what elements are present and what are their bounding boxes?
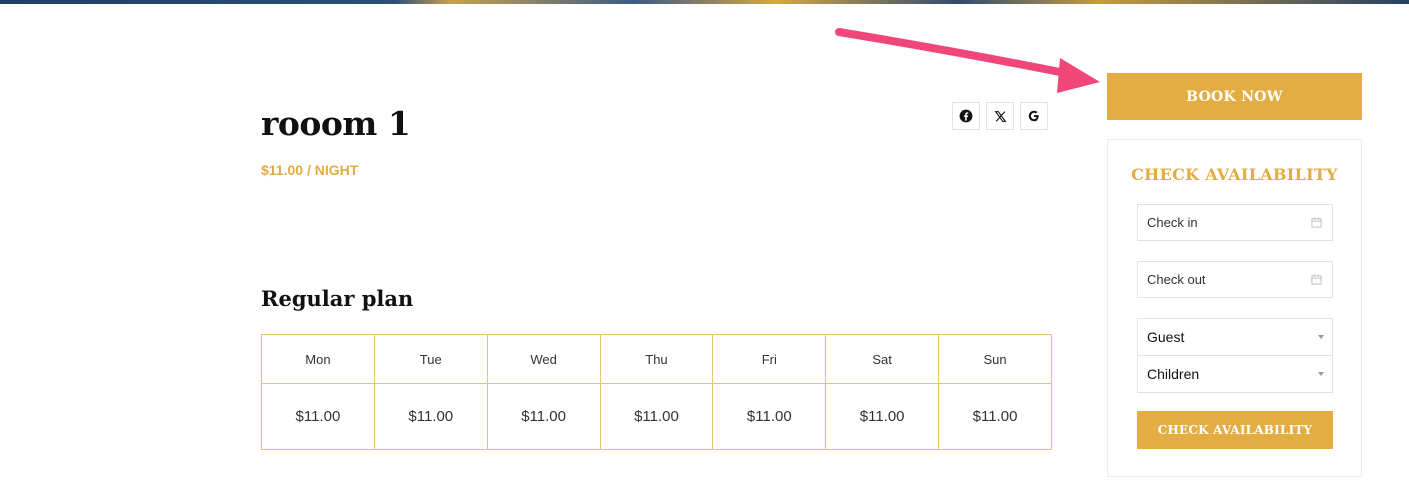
check-in-placeholder: Check in <box>1147 215 1198 230</box>
day-header: Tue <box>373 334 488 384</box>
day-price: $11.00 <box>712 383 827 450</box>
day-header: Sun <box>938 334 1052 384</box>
children-select-value: Children <box>1147 366 1200 382</box>
pricing-table: Mon Tue Wed Thu Fri Sat Sun $11.00 $11.0… <box>261 334 1052 450</box>
day-price: $11.00 <box>261 383 375 450</box>
pricing-header-row: Mon Tue Wed Thu Fri Sat Sun <box>261 334 1052 384</box>
pricing-row: $11.00 $11.00 $11.00 $11.00 $11.00 $11.0… <box>261 383 1052 450</box>
check-out-field[interactable]: Check out <box>1137 261 1333 298</box>
check-out-placeholder: Check out <box>1147 272 1206 287</box>
guest-select[interactable]: Guest <box>1137 318 1333 356</box>
day-header: Wed <box>486 334 601 384</box>
calendar-icon <box>1311 217 1322 228</box>
hero-image-strip <box>0 0 1409 4</box>
guest-select-value: Guest <box>1147 329 1185 345</box>
day-price: $11.00 <box>825 383 940 450</box>
children-select[interactable]: Children <box>1137 355 1333 393</box>
room-title: rooom 1 <box>261 104 411 143</box>
day-header: Thu <box>599 334 714 384</box>
day-header: Mon <box>261 334 375 384</box>
google-icon <box>1028 110 1039 122</box>
share-facebook-button[interactable] <box>952 102 980 130</box>
share-x-button[interactable] <box>986 102 1014 130</box>
plan-title: Regular plan <box>261 286 414 311</box>
availability-form: CHECK AVAILABILITY Check in Check out Gu… <box>1107 139 1362 477</box>
day-price: $11.00 <box>373 383 488 450</box>
share-buttons <box>952 102 1048 130</box>
chevron-down-icon <box>1318 372 1324 376</box>
book-now-button[interactable]: BOOK NOW <box>1107 73 1362 120</box>
facebook-icon <box>959 109 973 123</box>
share-google-button[interactable] <box>1020 102 1048 130</box>
day-price: $11.00 <box>599 383 714 450</box>
availability-title: CHECK AVAILABILITY <box>1131 165 1338 184</box>
calendar-icon <box>1311 274 1322 285</box>
chevron-down-icon <box>1318 335 1324 339</box>
day-header: Fri <box>712 334 827 384</box>
room-price: $11.00 / NIGHT <box>261 162 359 178</box>
day-header: Sat <box>825 334 940 384</box>
day-price: $11.00 <box>938 383 1052 450</box>
check-availability-button[interactable]: CHECK AVAILABILITY <box>1137 411 1333 449</box>
check-in-field[interactable]: Check in <box>1137 204 1333 241</box>
x-icon <box>994 110 1006 122</box>
day-price: $11.00 <box>486 383 601 450</box>
